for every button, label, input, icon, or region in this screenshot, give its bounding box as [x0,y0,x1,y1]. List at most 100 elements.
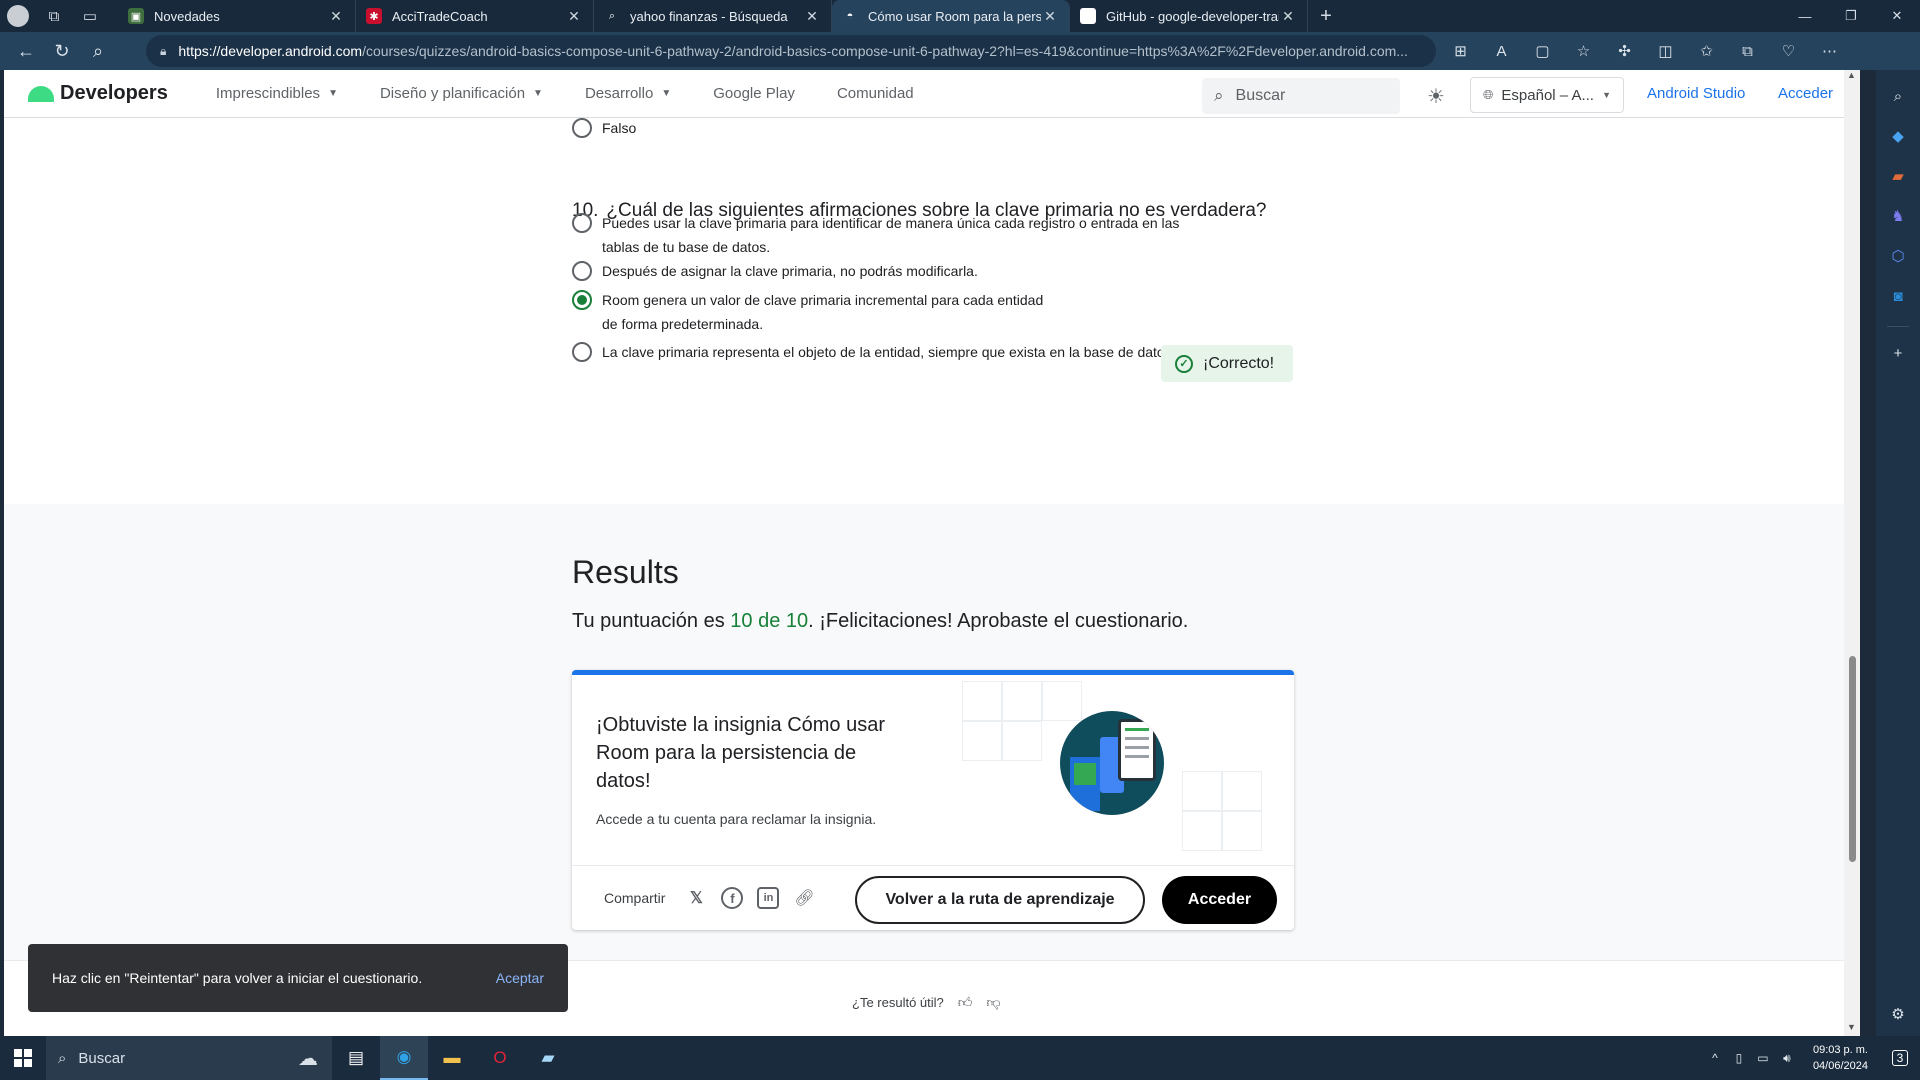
tab-close-icon[interactable]: ✕ [1279,8,1297,25]
app-available-icon[interactable]: ⊞ [1440,32,1481,70]
tab-close-icon[interactable]: ✕ [1041,8,1059,25]
site-search-input[interactable]: ⌕ Buscar [1202,78,1400,114]
browser-tab[interactable]: ▣ Novedades ✕ [118,0,356,32]
radio-button[interactable] [572,342,592,362]
quiz-option[interactable]: Después de asignar la clave primaria, no… [572,259,1182,283]
favorite-star-icon[interactable]: ☆ [1563,32,1604,70]
immersive-reader-icon[interactable]: ▢ [1522,32,1563,70]
radio-button[interactable] [572,290,592,310]
scroll-down-icon[interactable]: ▼ [1847,1022,1856,1032]
sidebar-tools-icon[interactable]: ▰ [1882,160,1914,192]
developers-logo[interactable]: Developers [28,82,168,105]
android-icon [28,85,54,102]
tab-close-icon[interactable]: ✕ [803,8,821,25]
linkedin-icon[interactable]: in [757,887,780,909]
notepad-icon[interactable]: ▰ [524,1036,572,1080]
site-nav-item[interactable]: Diseño y planificación ▼ [380,85,543,102]
logo-text: Developers [60,82,168,104]
favorites-icon[interactable]: ✩ [1686,32,1727,70]
share-label: Compartir [604,890,666,906]
chevron-down-icon: ▼ [1602,90,1611,100]
windows-start-icon[interactable] [0,1036,46,1080]
copy-link-icon[interactable]: 🔗︎ [793,887,815,909]
taskbar-search[interactable]: ⌕ Buscar ☁ [46,1036,332,1080]
site-nav-item[interactable]: Desarrollo ▼ [585,85,671,102]
close-window-icon[interactable]: ✕ [1874,0,1920,32]
results-title: Results [572,554,679,590]
task-view-icon[interactable]: ▤ [332,1036,380,1080]
clock[interactable]: 09:03 p. m. 04/06/2024 [1813,1042,1868,1074]
sidebar-games-icon[interactable]: ♞ [1882,200,1914,232]
vertical-tabs-icon[interactable]: ▭ [72,0,108,32]
sidebar-settings-icon[interactable]: ⚙ [1882,998,1914,1030]
radio-button[interactable] [572,261,592,281]
browser-tab[interactable]: ◓ Cómo usar Room para la persistencia✕ [832,0,1070,32]
snackbar: Haz clic en "Reintentar" para volver a i… [28,944,568,1012]
quiz-option[interactable]: Room genera un valor de clave primaria i… [572,288,1062,336]
back-to-pathway-button[interactable]: Volver a la ruta de aprendizaje [855,876,1145,924]
option-text: La clave primaria representa el objeto d… [602,344,1176,360]
sidebar-add-icon[interactable]: + [1882,337,1914,369]
browser-essentials-icon[interactable]: ♡ [1768,32,1809,70]
extensions-icon[interactable]: ✣ [1604,32,1645,70]
workspaces-icon[interactable]: ⧉ [36,0,72,32]
notification-count: 3 [1891,1050,1909,1066]
taskbar-search-text: Buscar [78,1049,126,1067]
device-icon[interactable]: ▯ [1727,1051,1751,1065]
url-field[interactable]: 🔒︎ https://developer.android.com/courses… [146,35,1436,67]
card-signin-button[interactable]: Acceder [1162,876,1277,924]
notifications-icon[interactable]: 3 [1880,1036,1920,1080]
android-studio-link[interactable]: Android Studio [1647,85,1745,102]
browser-tab[interactable]: ✱ AcciTradeCoach ✕ [356,0,594,32]
site-nav-item[interactable]: Google Play [713,85,795,102]
browser-tab[interactable]: ⌕ yahoo finanzas - Búsqueda ✕ [594,0,832,32]
site-nav-item[interactable]: Comunidad [837,85,914,102]
site-nav-item[interactable]: Imprescindibles ▼ [216,85,338,102]
sidebar-shopping-icon[interactable]: ◆ [1882,120,1914,152]
header-signin-link[interactable]: Acceder [1778,85,1833,102]
back-icon[interactable]: ← [8,32,44,70]
opera-icon[interactable]: O [476,1036,524,1080]
snackbar-accept-button[interactable]: Aceptar [496,970,544,986]
radio-button[interactable] [572,118,592,138]
sidebar-search-icon[interactable]: ⌕ [1882,80,1914,112]
language-select[interactable]: 🌐︎ Español – A... ▼ [1470,77,1624,113]
file-explorer-icon[interactable]: ▬ [428,1036,476,1080]
x-twitter-icon[interactable]: 𝕏 [685,887,707,909]
search-icon[interactable]: ⌕ [80,32,116,70]
chevron-up-icon[interactable]: ^ [1703,1051,1727,1065]
tab-close-icon[interactable]: ✕ [327,8,345,25]
sidebar-outlook-icon[interactable]: ◙ [1882,280,1914,312]
sidebar-copilot-icon[interactable]: ⬡ [1882,240,1914,272]
restore-icon[interactable]: ❐ [1828,0,1874,32]
badge-note: Accede a tu cuenta para reclamar la insi… [596,811,877,827]
illus-clipboard [1118,719,1156,781]
minimize-icon[interactable]: — [1782,0,1828,32]
card-footer: Compartir 𝕏 f in 🔗︎ Volver a la ruta de … [572,865,1294,930]
scrollbar-thumb[interactable] [1849,656,1856,862]
thumbs-up-icon[interactable]: 👍︎ [958,994,973,1011]
network-icon[interactable]: ▭ [1751,1051,1775,1065]
thumbs-down-icon[interactable]: 👎︎ [986,994,1000,1011]
edge-app-icon[interactable]: ◉ [380,1036,428,1080]
volume-icon[interactable]: 🔊︎ [1775,1051,1799,1066]
quiz-option[interactable]: Puedes usar la clave primaria para ident… [572,211,1182,259]
browser-tab[interactable]: ● GitHub - google-developer-train ✕ [1070,0,1308,32]
quiz-option[interactable]: Falso [572,116,636,140]
new-tab-button[interactable]: + [1308,5,1344,28]
profile-avatar[interactable] [0,0,36,32]
scroll-up-icon[interactable]: ▲ [1847,70,1856,80]
collections-icon[interactable]: ⧉ [1727,32,1768,70]
page-scrollbar[interactable]: ▲ ▼ [1844,70,1860,1036]
theme-toggle-icon[interactable]: ☀ [1422,82,1450,110]
grid-cell [962,681,1002,721]
facebook-icon[interactable]: f [721,887,744,909]
read-aloud-icon[interactable]: A [1481,32,1522,70]
refresh-icon[interactable]: ↻ [44,32,80,70]
quiz-option[interactable]: La clave primaria representa el objeto d… [572,340,1182,364]
more-options-icon[interactable]: ⋯ [1809,32,1850,70]
radio-button[interactable] [572,213,592,233]
clock-time: 09:03 p. m. [1812,1044,1868,1056]
tab-close-icon[interactable]: ✕ [565,8,583,25]
split-screen-icon[interactable]: ◫ [1645,32,1686,70]
